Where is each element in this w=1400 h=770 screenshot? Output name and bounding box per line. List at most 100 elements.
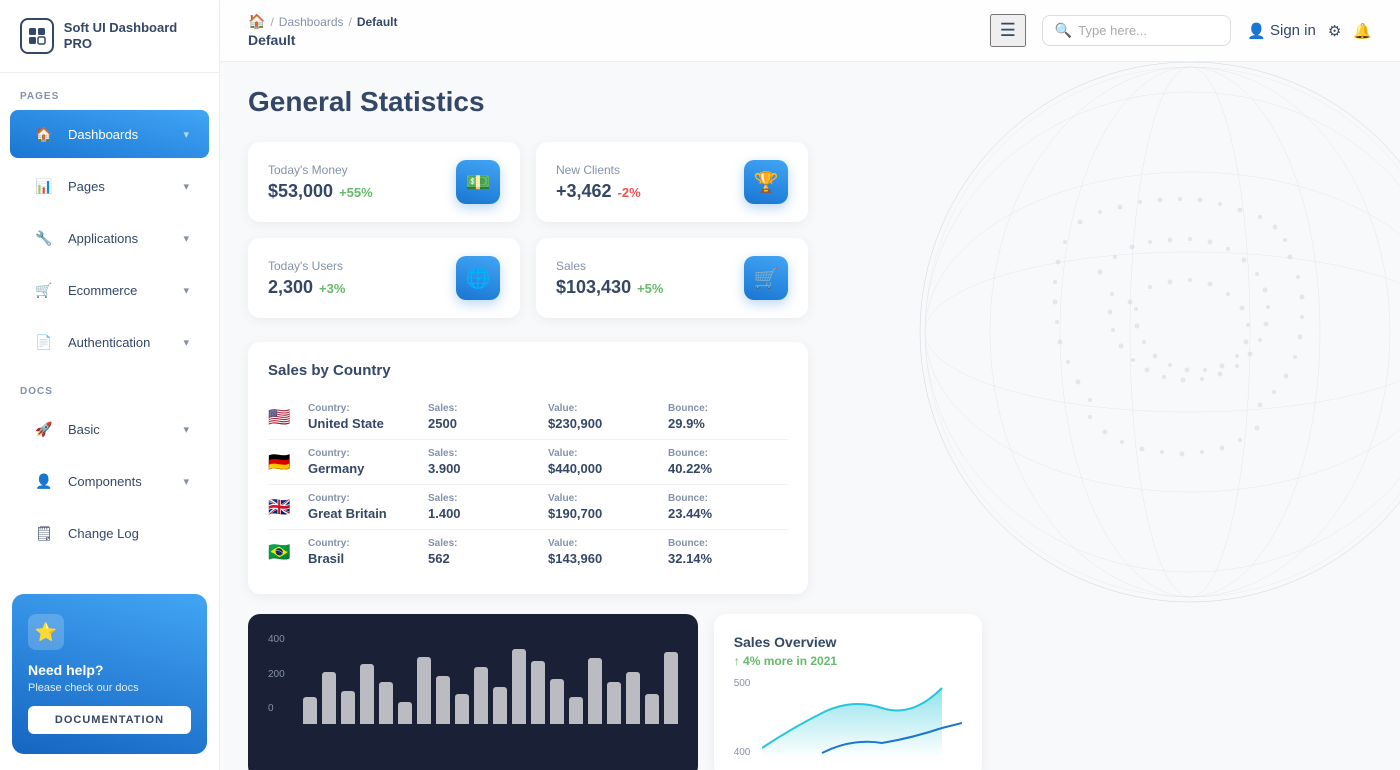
- country-row-us: 🇺🇸 Country: United State Sales: 2500 Val…: [268, 395, 788, 440]
- navbar-page-title: Default: [248, 32, 398, 48]
- chevron-down-icon: ▾: [183, 475, 189, 488]
- settings-button[interactable]: ⚙: [1328, 22, 1341, 40]
- sidebar-item-changelog[interactable]: 🗒 Change Log: [10, 509, 209, 557]
- sidebar-item-label-pages: Pages: [68, 179, 173, 194]
- chevron-down-icon: ▾: [183, 423, 189, 436]
- bar-item: [550, 679, 564, 724]
- basic-icon: 🚀: [30, 415, 58, 443]
- bar-item: [455, 694, 469, 724]
- stat-change-money: +55%: [339, 185, 373, 200]
- hamburger-button[interactable]: ☰: [990, 14, 1026, 47]
- ecommerce-icon: 🛒: [30, 276, 58, 304]
- value-gb: $190,700: [548, 506, 668, 521]
- breadcrumb: 🏠 / Dashboards / Default Default: [248, 13, 974, 48]
- gear-icon: ⚙: [1328, 22, 1341, 40]
- bar-chart-card: 400 200 0: [248, 614, 698, 770]
- sign-in-button[interactable]: 👤 Sign in: [1247, 22, 1316, 40]
- country-name-us: United State: [308, 416, 428, 431]
- value-us: $230,900: [548, 416, 668, 431]
- flag-us: 🇺🇸: [268, 407, 296, 427]
- sales-overview-chart: 500 400: [734, 678, 963, 758]
- chevron-down-icon: ▾: [183, 180, 189, 193]
- country-row-br: 🇧🇷 Country: Brasil Sales: 562 Value: $14…: [268, 530, 788, 574]
- flag-de: 🇩🇪: [268, 452, 296, 472]
- home-icon: 🏠: [248, 13, 265, 30]
- value-br: $143,960: [548, 551, 668, 566]
- sidebar-item-authentication[interactable]: 📄 Authentication ▾: [10, 318, 209, 366]
- breadcrumb-current: Default: [357, 15, 398, 29]
- country-row-gb: 🇬🇧 Country: Great Britain Sales: 1.400 V…: [268, 485, 788, 530]
- help-star-icon: ⭐: [28, 614, 64, 650]
- country-name-de: Germany: [308, 461, 428, 476]
- logo-icon: [20, 18, 54, 54]
- country-name-gb: Great Britain: [308, 506, 428, 521]
- notifications-button[interactable]: 🔔: [1353, 22, 1372, 40]
- stat-change-clients: -2%: [618, 185, 641, 200]
- chevron-down-icon: ▾: [183, 232, 189, 245]
- sidebar-item-basic[interactable]: 🚀 Basic ▾: [10, 405, 209, 453]
- stat-label-sales: Sales: [556, 259, 663, 273]
- bar-item: [474, 667, 488, 724]
- sidebar-item-label-changelog: Change Log: [68, 526, 189, 541]
- country-name-br: Brasil: [308, 551, 428, 566]
- bar-item: [379, 682, 393, 724]
- components-icon: 👤: [30, 467, 58, 495]
- bar-item: [436, 676, 450, 724]
- sidebar: Soft UI Dashboard PRO PAGES 🏠 Dashboards…: [0, 0, 220, 770]
- stat-change-sales: +5%: [637, 281, 663, 296]
- help-subtitle: Please check our docs: [28, 682, 191, 694]
- bar-y-labels: 400 200 0: [268, 634, 285, 714]
- sidebar-item-applications[interactable]: 🔧 Applications ▾: [10, 214, 209, 262]
- bar-item: [607, 682, 621, 724]
- bar-item: [588, 658, 602, 724]
- chevron-down-icon: ▾: [183, 284, 189, 297]
- stat-card-users: Today's Users 2,300 +3% 🌐: [248, 238, 520, 318]
- trend-up-icon: ↑: [734, 654, 740, 668]
- sales-country-title: Sales by Country: [268, 362, 788, 379]
- sales-line-chart: [762, 678, 962, 758]
- bar-item: [645, 694, 659, 724]
- search-input[interactable]: [1078, 23, 1218, 38]
- stat-card-sales: Sales $103,430 +5% 🛒: [536, 238, 808, 318]
- sidebar-item-label-ecommerce: Ecommerce: [68, 283, 173, 298]
- stat-label-money: Today's Money: [268, 163, 373, 177]
- sales-gb: 1.400: [428, 506, 548, 521]
- breadcrumb-dashboards[interactable]: Dashboards: [279, 15, 344, 29]
- pages-icon: 📊: [30, 172, 58, 200]
- pages-section-label: PAGES: [0, 73, 219, 108]
- changelog-icon: 🗒: [30, 519, 58, 547]
- bar-item: [493, 687, 507, 725]
- value-de: $440,000: [548, 461, 668, 476]
- bar-item: [531, 661, 545, 724]
- applications-icon: 🔧: [30, 224, 58, 252]
- sidebar-item-dashboards[interactable]: 🏠 Dashboards ▾: [10, 110, 209, 158]
- stat-value-clients: +3,462: [556, 181, 612, 202]
- sales-de: 3.900: [428, 461, 548, 476]
- stat-change-users: +3%: [319, 281, 345, 296]
- country-row-de: 🇩🇪 Country: Germany Sales: 3.900 Value: …: [268, 440, 788, 485]
- chevron-down-icon: ▾: [183, 336, 189, 349]
- stat-card-money: Today's Money $53,000 +55% 💵: [248, 142, 520, 222]
- sidebar-item-ecommerce[interactable]: 🛒 Ecommerce ▾: [10, 266, 209, 314]
- stat-label-clients: New Clients: [556, 163, 641, 177]
- page-title: General Statistics: [248, 86, 1372, 118]
- flag-gb: 🇬🇧: [268, 497, 296, 517]
- docs-section-label: DOCS: [0, 368, 219, 403]
- sales-br: 562: [428, 551, 548, 566]
- bar-item: [664, 652, 678, 724]
- sidebar-item-label-authentication: Authentication: [68, 335, 173, 350]
- sales-by-country-card: Sales by Country 🇺🇸 Country: United Stat…: [248, 342, 808, 594]
- sidebar-logo: Soft UI Dashboard PRO: [0, 0, 219, 73]
- sidebar-item-pages[interactable]: 📊 Pages ▾: [10, 162, 209, 210]
- bar-item: [341, 691, 355, 724]
- bounce-us: 29.9%: [668, 416, 788, 431]
- navbar: 🏠 / Dashboards / Default Default ☰ 🔍 👤 S…: [220, 0, 1400, 62]
- authentication-icon: 📄: [30, 328, 58, 356]
- money-icon: 💵: [456, 160, 500, 204]
- documentation-button[interactable]: DOCUMENTATION: [28, 706, 191, 734]
- stat-value-money: $53,000: [268, 181, 333, 202]
- sidebar-item-components[interactable]: 👤 Components ▾: [10, 457, 209, 505]
- app-title: Soft UI Dashboard PRO: [64, 20, 199, 51]
- users-icon: 🌐: [456, 256, 500, 300]
- bar-item: [417, 657, 431, 725]
